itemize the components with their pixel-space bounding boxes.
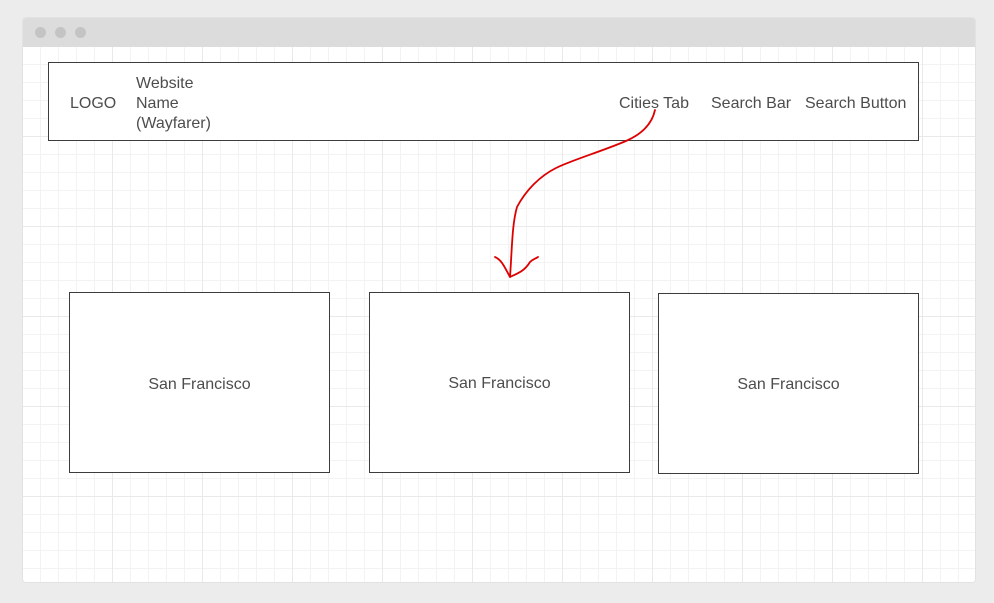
city-card[interactable]: San Francisco [369,292,630,473]
city-card[interactable]: San Francisco [69,292,330,473]
search-bar[interactable]: Search Bar [711,94,791,114]
city-card[interactable]: San Francisco [658,293,919,474]
city-card-label: San Francisco [448,375,551,392]
close-dot-icon[interactable] [35,27,46,38]
site-name-line-1: Website [136,75,194,92]
window-titlebar [23,18,975,47]
site-name-line-3: (Wayfarer) [136,115,211,132]
city-card-label: San Francisco [737,376,840,393]
cities-tab[interactable]: Cities Tab [619,94,689,114]
search-button[interactable]: Search Button [805,94,906,114]
city-card-label: San Francisco [148,376,251,393]
site-name-line-2: Name [136,95,179,112]
minimize-dot-icon[interactable] [55,27,66,38]
maximize-dot-icon[interactable] [75,27,86,38]
logo-label: LOGO [70,95,117,112]
navbar-box: LOGO Website Name (Wayfarer) Cities Tab … [48,62,919,141]
